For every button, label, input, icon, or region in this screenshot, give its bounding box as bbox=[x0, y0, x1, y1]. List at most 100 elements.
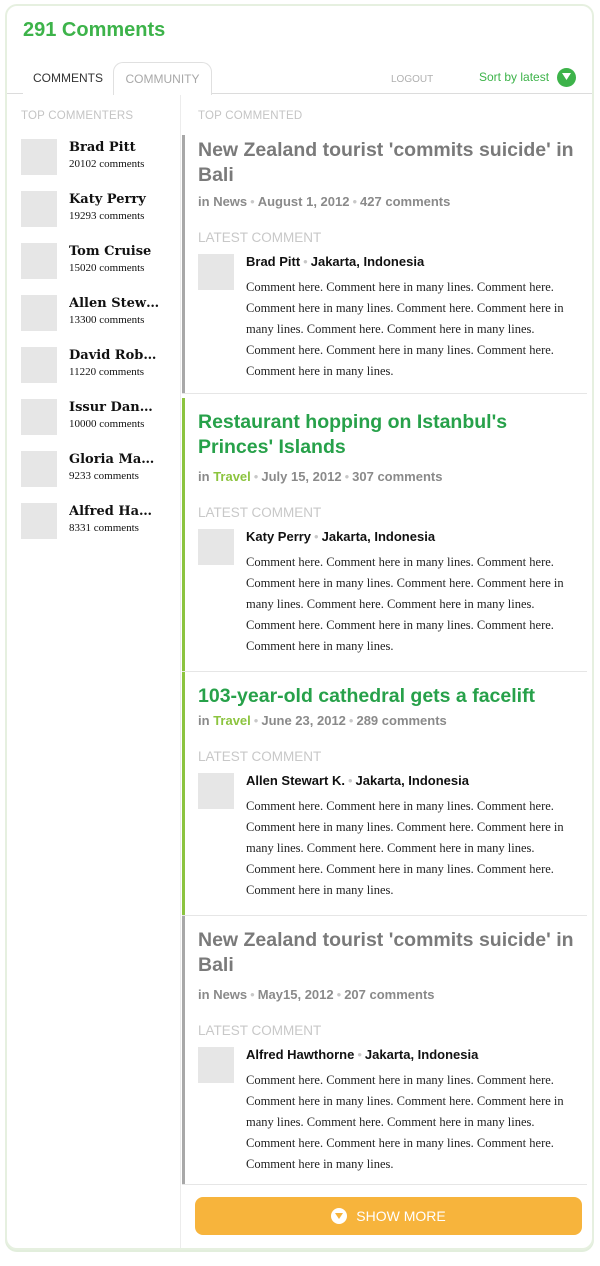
latest-comment-text: Comment here. Comment here in many lines… bbox=[246, 799, 564, 897]
commenter-name[interactable]: Brad Pitt bbox=[246, 254, 300, 269]
commenter-item[interactable]: Gloria Ma… 9233 comments bbox=[21, 451, 171, 487]
show-more-button[interactable]: SHOW MORE bbox=[195, 1197, 582, 1235]
article-accent-bar bbox=[182, 916, 185, 1184]
category-prefix: in bbox=[198, 194, 210, 209]
commenter-location: Jakarta, Indonesia bbox=[355, 773, 469, 788]
commenter-name[interactable]: Allen Stew… bbox=[69, 296, 165, 311]
commenter-item[interactable]: David Rob… 11220 comments bbox=[21, 347, 171, 383]
avatar[interactable] bbox=[21, 295, 57, 331]
article-title[interactable]: Restaurant hopping on Istanbul's Princes… bbox=[198, 410, 582, 460]
avatar[interactable] bbox=[21, 399, 57, 435]
tab-community[interactable]: COMMUNITY bbox=[113, 62, 212, 95]
avatar[interactable] bbox=[21, 503, 57, 539]
commenter-count: 8331 comments bbox=[69, 522, 139, 534]
commenter-name[interactable]: Katy Perry bbox=[246, 529, 311, 544]
latest-comment-header: Alfred Hawthorne • Jakarta, Indonesia bbox=[246, 1047, 479, 1062]
avatar[interactable] bbox=[21, 139, 57, 175]
commenter-count: 10000 comments bbox=[69, 418, 145, 430]
comment-count-link[interactable]: 207 comments bbox=[344, 987, 434, 1002]
commenter-name[interactable]: Katy Perry bbox=[69, 192, 165, 207]
article-card: New Zealand tourist 'commits suicide' in… bbox=[182, 916, 587, 1185]
category-prefix: in bbox=[198, 713, 210, 728]
commenter-item[interactable]: Brad Pitt 20102 comments bbox=[21, 139, 171, 175]
comment-count-link[interactable]: 307 comments bbox=[352, 469, 442, 484]
commenter-item[interactable]: Katy Perry 19293 comments bbox=[21, 191, 171, 227]
category-link[interactable]: Travel bbox=[213, 469, 251, 484]
chevron-down-icon bbox=[331, 1208, 348, 1224]
commenter-count: 15020 comments bbox=[69, 262, 145, 274]
commenter-location: Jakarta, Indonesia bbox=[310, 254, 425, 269]
tab-bar: COMMENTS COMMUNITY LOGOUT Sort by latest bbox=[7, 62, 592, 95]
commenter-name[interactable]: Allen Stewart K. bbox=[246, 773, 345, 788]
avatar[interactable] bbox=[198, 529, 234, 565]
commenter-name[interactable]: Alfred Ha… bbox=[69, 504, 165, 519]
latest-comment-label: LATEST COMMENT bbox=[198, 1023, 322, 1038]
article-title[interactable]: 103-year-old cathedral gets a facelift bbox=[198, 684, 582, 709]
article-meta: in Travel • July 15, 2012 • 307 comments bbox=[198, 469, 443, 484]
commenter-item[interactable]: Issur Dan… 10000 comments bbox=[21, 399, 171, 435]
top-commenters-label: TOP COMMENTERS bbox=[21, 110, 134, 122]
latest-comment-header: Katy Perry • Jakarta, Indonesia bbox=[246, 529, 436, 544]
latest-comment-text: Comment here. Comment here in many lines… bbox=[246, 555, 564, 653]
article-meta: in Travel • June 23, 2012 • 289 comments bbox=[198, 713, 447, 728]
commenter-name[interactable]: David Rob… bbox=[69, 348, 165, 363]
article-accent-bar bbox=[182, 398, 185, 671]
latest-comment-label: LATEST COMMENT bbox=[198, 230, 322, 245]
comment-count-link[interactable]: 427 comments bbox=[360, 194, 450, 209]
commenter-item[interactable]: Allen Stew… 13300 comments bbox=[21, 295, 171, 331]
commenter-name[interactable]: Brad Pitt bbox=[69, 140, 165, 155]
category-link[interactable]: News bbox=[213, 194, 247, 209]
avatar[interactable] bbox=[21, 451, 57, 487]
commenter-name[interactable]: Alfred Hawthorne bbox=[246, 1047, 354, 1062]
chevron-down-icon[interactable] bbox=[557, 67, 577, 87]
latest-comment-text: Comment here. Comment here in many lines… bbox=[246, 280, 564, 378]
commenter-count: 20102 comments bbox=[69, 158, 145, 170]
avatar[interactable] bbox=[21, 191, 57, 227]
latest-comment-header: Brad Pitt • Jakarta, Indonesia bbox=[246, 254, 425, 269]
commenter-name[interactable]: Gloria Ma… bbox=[69, 452, 165, 467]
category-link[interactable]: Travel bbox=[213, 713, 251, 728]
sort-label: Sort by latest bbox=[479, 70, 550, 84]
latest-comment-label: LATEST COMMENT bbox=[198, 749, 322, 764]
avatar[interactable] bbox=[21, 347, 57, 383]
commenter-count: 11220 comments bbox=[69, 366, 145, 378]
article-date: August 1, 2012 bbox=[257, 194, 350, 209]
article-accent-bar bbox=[182, 135, 185, 393]
category-prefix: in bbox=[198, 469, 210, 484]
article-accent-bar bbox=[182, 672, 185, 915]
category-prefix: in bbox=[198, 987, 210, 1002]
commenter-count: 9233 comments bbox=[69, 470, 139, 482]
article-title[interactable]: New Zealand tourist 'commits suicide' in… bbox=[198, 928, 582, 978]
article-card: New Zealand tourist 'commits suicide' in… bbox=[182, 135, 587, 394]
avatar[interactable] bbox=[198, 773, 234, 809]
latest-comment-header: Allen Stewart K. • Jakarta, Indonesia bbox=[246, 773, 469, 788]
article-meta: in News • August 1, 2012 • 427 comments bbox=[198, 194, 451, 209]
comments-widget: 291 Comments COMMENTS COMMUNITY LOGOUT S… bbox=[5, 4, 594, 1250]
logout-link[interactable]: LOGOUT bbox=[391, 74, 433, 85]
commenter-count: 19293 comments bbox=[69, 210, 145, 222]
commenter-name[interactable]: Issur Dan… bbox=[69, 400, 165, 415]
avatar[interactable] bbox=[21, 243, 57, 279]
top-commenters-panel: TOP COMMENTERS Brad Pitt 20102 comments … bbox=[7, 95, 181, 1248]
article-date: May15, 2012 bbox=[257, 987, 334, 1002]
commenter-item[interactable]: Tom Cruise 15020 comments bbox=[21, 243, 171, 279]
show-more-label: SHOW MORE bbox=[356, 1208, 446, 1224]
avatar[interactable] bbox=[198, 254, 234, 290]
article-card: Restaurant hopping on Istanbul's Princes… bbox=[182, 398, 587, 672]
comment-count-link[interactable]: 289 comments bbox=[356, 713, 446, 728]
commenter-location: Jakarta, Indonesia bbox=[321, 529, 436, 544]
commenter-name[interactable]: Tom Cruise bbox=[69, 244, 165, 259]
article-meta: in News • May15, 2012 • 207 comments bbox=[198, 987, 435, 1002]
article-date: June 23, 2012 bbox=[261, 713, 346, 728]
sort-dropdown[interactable]: Sort by latest bbox=[479, 66, 577, 88]
category-link[interactable]: News bbox=[213, 987, 247, 1002]
article-title[interactable]: New Zealand tourist 'commits suicide' in… bbox=[198, 138, 582, 188]
commenter-location: Jakarta, Indonesia bbox=[364, 1047, 479, 1062]
latest-comment-text: Comment here. Comment here in many lines… bbox=[246, 1073, 564, 1171]
page-title: 291 Comments bbox=[23, 19, 166, 41]
tab-comments[interactable]: COMMENTS bbox=[23, 62, 113, 94]
latest-comment-label: LATEST COMMENT bbox=[198, 505, 322, 520]
commenter-item[interactable]: Alfred Ha… 8331 comments bbox=[21, 503, 171, 539]
article-card: 103-year-old cathedral gets a facelift i… bbox=[182, 672, 587, 916]
avatar[interactable] bbox=[198, 1047, 234, 1083]
